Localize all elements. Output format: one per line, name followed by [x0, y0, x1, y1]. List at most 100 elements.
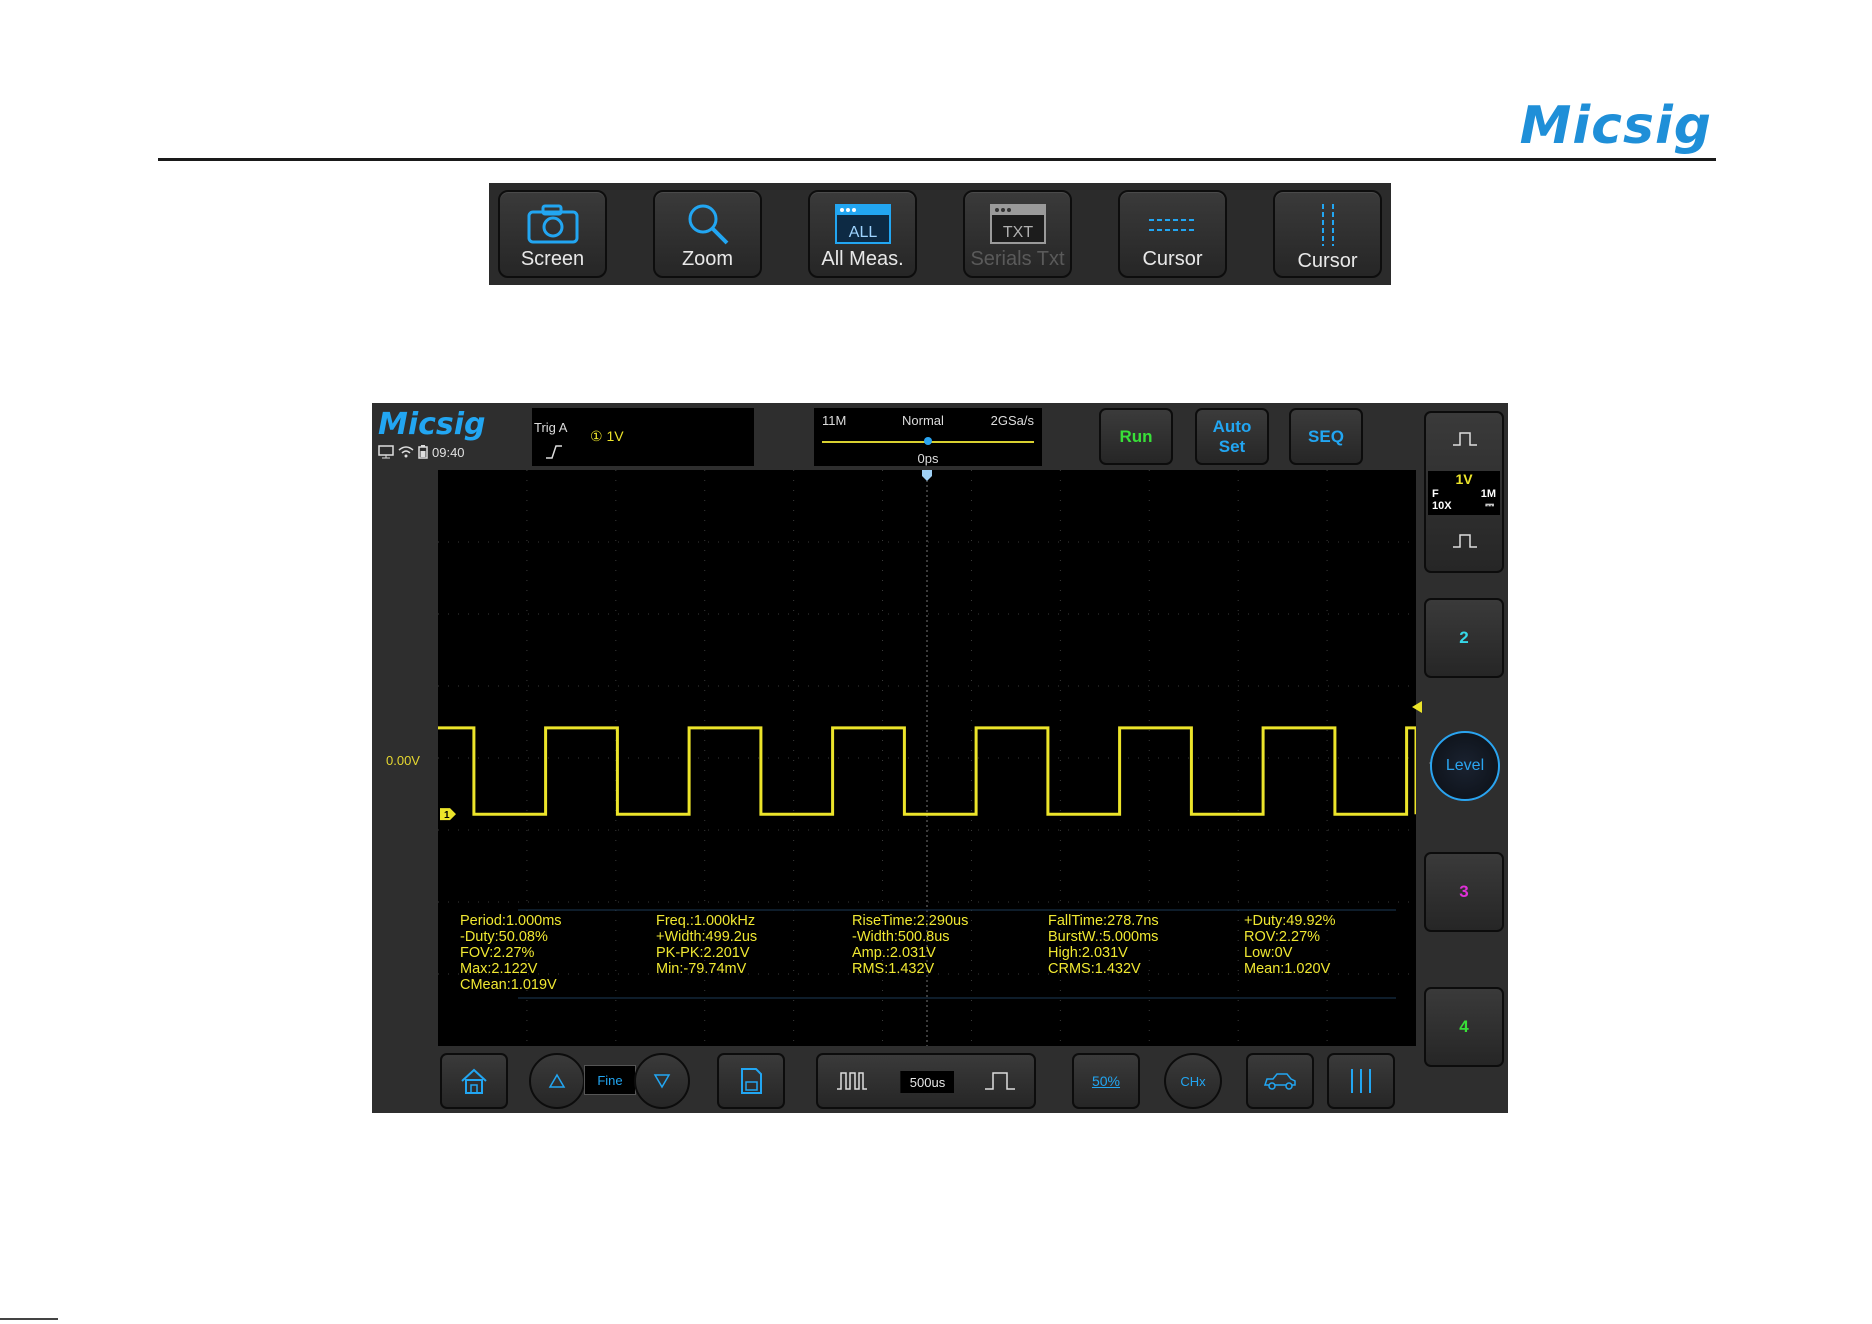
horizontal-position: 0ps — [917, 451, 939, 466]
ch1-settings[interactable]: 1V F 1M 10X ⎓ — [1428, 471, 1500, 515]
triangle-down-icon — [653, 1074, 671, 1089]
scale-up-button[interactable] — [529, 1053, 585, 1109]
meas-low: Low:0V — [1244, 945, 1293, 961]
timebase-value: 500us — [900, 1071, 954, 1093]
meas-neg-width: -Width:500.8us — [852, 929, 950, 945]
meas-column-2: Freq.:1.000kHz +Width:499.2us PK-PK:2.20… — [656, 913, 757, 977]
trigger-label: Trig A — [534, 420, 568, 435]
meas-fov: FOV:2.27% — [460, 945, 535, 961]
save-icon — [741, 1068, 762, 1094]
meas-rov: ROV:2.27% — [1244, 929, 1321, 945]
horizontal-cursor-label: Cursor — [1142, 248, 1203, 270]
auto-set-line2: Set — [1218, 436, 1246, 456]
fifty-percent-button[interactable]: 50% — [1072, 1053, 1140, 1109]
meas-fall-time: FallTime:278.7ns — [1048, 913, 1159, 929]
wifi-icon — [398, 446, 414, 458]
sample-rate: 2GSa/s — [990, 413, 1034, 428]
vertical-cursor-icon — [1288, 200, 1368, 250]
timebase-decrease-icon[interactable] — [836, 1069, 868, 1091]
memory-depth: 11M — [822, 413, 847, 428]
cursor-bars-button[interactable] — [1327, 1053, 1395, 1109]
ch4-button[interactable]: 4 — [1424, 987, 1504, 1067]
all-meas-icon: ALL — [823, 200, 903, 248]
meas-freq: Freq.:1.000kHz — [656, 913, 756, 929]
home-button[interactable] — [440, 1053, 508, 1109]
timebase-increase-icon[interactable] — [984, 1069, 1016, 1091]
meas-column-4: FallTime:278.7ns BurstW.:5.000ms High:2.… — [1048, 913, 1159, 977]
meas-high: High:2.031V — [1048, 945, 1128, 961]
ch2-button[interactable]: 2 — [1424, 598, 1504, 678]
toolbar: Screen Zoom ALL All Meas. TXT Serials Tx… — [489, 183, 1391, 285]
meas-column-1: Period:1.000ms -Duty:50.08% FOV:2.27% Ma… — [460, 913, 562, 993]
trigger-position-icon — [922, 470, 932, 481]
timebase-control[interactable]: 500us — [816, 1053, 1036, 1109]
zoom-label: Zoom — [681, 248, 734, 270]
meas-mean: Mean:1.020V — [1244, 961, 1331, 977]
fine-toggle[interactable]: Fine — [584, 1065, 636, 1095]
trigger-panel[interactable]: Trig A ① 1V — [532, 408, 754, 466]
chx-button[interactable]: CHx — [1164, 1053, 1222, 1109]
trigger-level-arrow-icon — [1412, 701, 1422, 713]
pulse-down-icon — [1453, 534, 1477, 548]
meas-pos-duty: +Duty:49.92% — [1244, 913, 1336, 929]
horizontal-cursor-button[interactable]: Cursor — [1118, 190, 1227, 278]
rising-edge-icon — [546, 445, 562, 459]
vertical-cursor-label: Cursor — [1297, 250, 1358, 272]
txt-icon: TXT — [978, 200, 1058, 248]
battery-icon — [418, 445, 428, 459]
meas-pkpk: PK-PK:2.201V — [656, 945, 750, 961]
auto-mode-button[interactable] — [1246, 1053, 1314, 1109]
camera-icon — [513, 200, 593, 248]
meas-amp: Amp.:2.031V — [852, 945, 936, 961]
trigger-level: ① 1V — [590, 428, 624, 444]
level-knob[interactable]: Level — [1430, 731, 1500, 801]
header-rule — [158, 158, 1716, 161]
meas-burst-width: BurstW.:5.000ms — [1048, 929, 1159, 945]
ch1-marker-label: 1 — [444, 810, 450, 821]
run-button[interactable]: Run — [1099, 408, 1173, 465]
car-icon — [1263, 1073, 1296, 1090]
meas-min: Min:-79.74mV — [656, 961, 747, 977]
meas-crms: CRMS:1.432V — [1048, 961, 1141, 977]
scale-down-button[interactable] — [634, 1053, 690, 1109]
serials-txt-button[interactable]: TXT Serials Txt — [963, 190, 1072, 278]
ch1-panel[interactable]: 1V F 1M 10X ⎓ — [1424, 411, 1504, 573]
all-badge: ALL — [848, 224, 877, 241]
all-meas-label: All Meas. — [821, 248, 904, 270]
auto-set-button[interactable]: Auto Set — [1195, 408, 1269, 465]
ch1-probe: 10X — [1432, 500, 1452, 512]
ch1-coupling: F — [1432, 488, 1439, 500]
screen-button[interactable]: Screen — [498, 190, 607, 278]
serials-txt-label: Serials Txt — [970, 248, 1065, 270]
meas-max: Max:2.122V — [460, 961, 538, 977]
ch1-offset-label: 0.00V — [386, 753, 420, 768]
auto-set-line1: Auto — [1212, 416, 1252, 436]
meas-rise-time: RiseTime:2.290us — [852, 913, 969, 929]
vertical-cursor-button[interactable]: Cursor — [1273, 190, 1382, 278]
screen-label: Screen — [520, 248, 585, 270]
meas-pos-width: +Width:499.2us — [656, 929, 758, 945]
ch3-button[interactable]: 3 — [1424, 852, 1504, 932]
save-button[interactable] — [717, 1053, 785, 1109]
meas-neg-duty: -Duty:50.08% — [460, 929, 548, 945]
zoom-button[interactable]: Zoom — [653, 190, 762, 278]
horizontal-cursor-icon — [1133, 200, 1213, 248]
home-icon — [461, 1068, 487, 1094]
display-icon — [378, 445, 394, 459]
txt-badge: TXT — [1002, 224, 1032, 241]
all-meas-button[interactable]: ALL All Meas. — [808, 190, 917, 278]
memory-position-marker — [924, 437, 932, 445]
meas-column-3: RiseTime:2.290us -Width:500.8us Amp.:2.0… — [852, 913, 968, 977]
magnifier-icon — [668, 200, 748, 248]
status-bar: 09:40 — [378, 443, 465, 461]
triangle-up-icon — [548, 1073, 566, 1088]
brand-logo: Micsig — [1519, 96, 1712, 156]
seq-button[interactable]: SEQ — [1289, 408, 1363, 465]
footer-mark — [0, 1318, 58, 1320]
clock: 09:40 — [432, 444, 465, 460]
meas-period: Period:1.000ms — [460, 913, 562, 929]
ch1-scale: 1V — [1455, 471, 1473, 487]
acquire-mode: Normal — [902, 413, 944, 428]
horizontal-panel[interactable]: 11M Normal 2GSa/s 0ps — [814, 408, 1042, 466]
ch1-dc-icon: ⎓ — [1485, 499, 1494, 511]
